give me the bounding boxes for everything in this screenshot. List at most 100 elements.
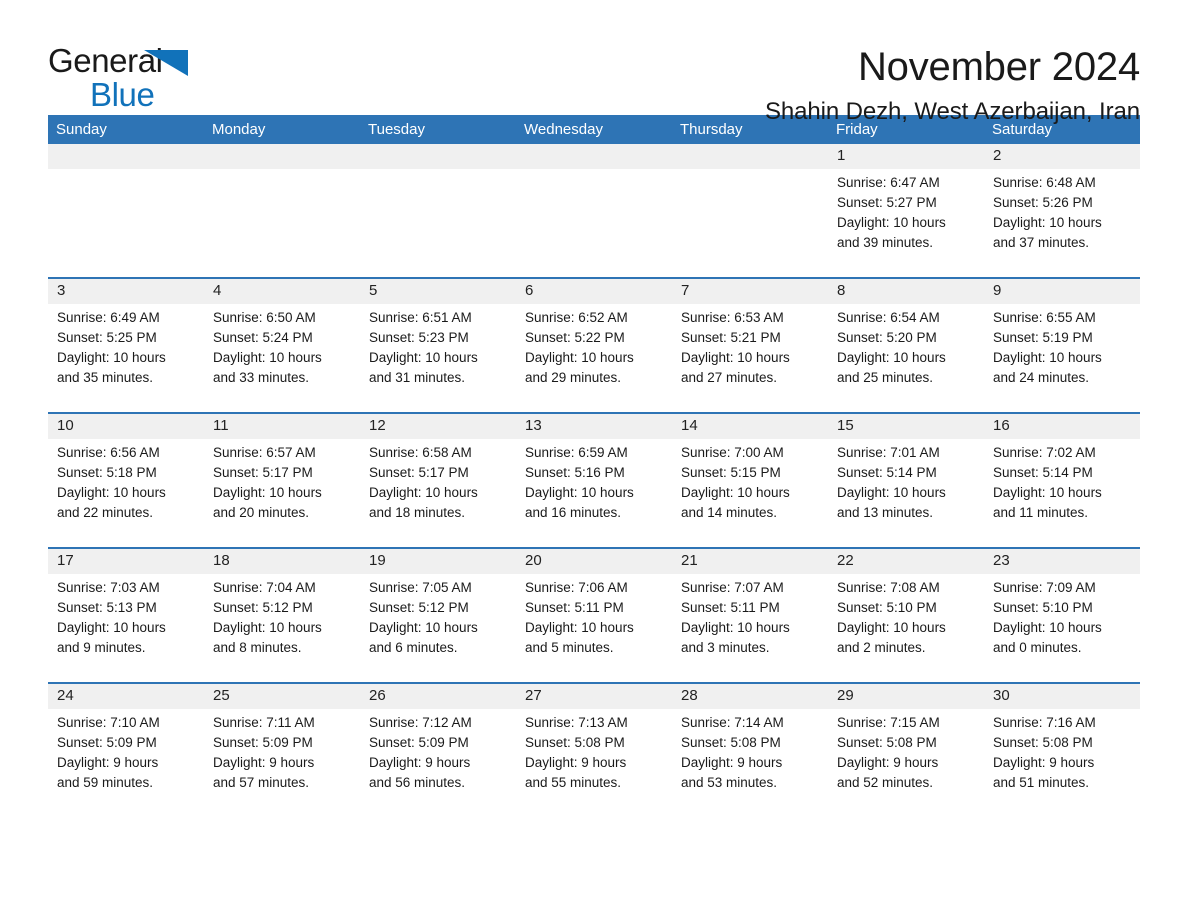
day-sun-info: Sunrise: 7:00 AM Sunset: 5:15 PM Daylight:… [672, 439, 822, 523]
page-title: November 2024 [857, 45, 1140, 89]
sunset-text: Sunset: 5:08 PM [681, 735, 781, 750]
calendar-day-cell[interactable]: 8 Sunrise: 6:54 AM Sunset: 5:20 PM Daylight… [828, 279, 984, 412]
sunrise-text: Sunrise: 7:07 AM [681, 580, 784, 595]
daylight-text-line1: Daylight: 10 hours [213, 350, 322, 365]
weekday-header-thursday: Thursday [680, 121, 743, 138]
daylight-text-line1: Daylight: 10 hours [57, 620, 166, 635]
calendar-day-cell[interactable]: 3 Sunrise: 6:49 AM Sunset: 5:25 PM Daylight… [48, 279, 204, 412]
sunset-text: Sunset: 5:08 PM [525, 735, 625, 750]
calendar-day-cell[interactable]: 30 Sunrise: 7:16 AM Sunset: 5:08 PM Dayligh… [984, 684, 1140, 817]
day-number: 23 [993, 552, 1010, 569]
daylight-text-line2: and 3 minutes. [681, 640, 770, 655]
sunrise-text: Sunrise: 6:57 AM [213, 445, 316, 460]
daylight-text-line2: and 31 minutes. [369, 370, 466, 385]
calendar-day-cell[interactable]: 4 Sunrise: 6:50 AM Sunset: 5:24 PM Daylight… [204, 279, 360, 412]
sunrise-text: Sunrise: 6:56 AM [57, 445, 160, 460]
sunrise-text: Sunrise: 6:51 AM [369, 310, 472, 325]
calendar-day-cell[interactable]: 16 Sunrise: 7:02 AM Sunset: 5:14 PM Dayligh… [984, 414, 1140, 547]
daylight-text-line1: Daylight: 9 hours [57, 755, 159, 770]
calendar-day-cell[interactable]: 1 Sunrise: 6:47 AM Sunset: 5:27 PM Daylight… [828, 144, 984, 277]
day-number: 26 [369, 687, 386, 704]
day-sun-info: Sunrise: 7:14 AM Sunset: 5:08 PM Daylight:… [672, 709, 822, 793]
calendar-day-cell[interactable]: 20 Sunrise: 7:06 AM Sunset: 5:11 PM Dayligh… [516, 549, 672, 682]
sunrise-text: Sunrise: 6:49 AM [57, 310, 160, 325]
daylight-text-line2: and 51 minutes. [993, 775, 1090, 790]
daylight-text-line1: Daylight: 9 hours [525, 755, 627, 770]
calendar-day-cell[interactable]: 2 Sunrise: 6:48 AM Sunset: 5:26 PM Daylight… [984, 144, 1140, 277]
sunrise-text: Sunrise: 7:02 AM [993, 445, 1096, 460]
daylight-text-line2: and 37 minutes. [993, 235, 1090, 250]
sunrise-text: Sunrise: 7:05 AM [369, 580, 472, 595]
calendar-day-cell[interactable]: 21 Sunrise: 7:07 AM Sunset: 5:11 PM Dayligh… [672, 549, 828, 682]
daylight-text-line1: Daylight: 10 hours [369, 620, 478, 635]
sunset-text: Sunset: 5:24 PM [213, 330, 313, 345]
sunset-text: Sunset: 5:12 PM [369, 600, 469, 615]
calendar-day-cell[interactable]: 19 Sunrise: 7:05 AM Sunset: 5:12 PM Dayligh… [360, 549, 516, 682]
day-number: 17 [57, 552, 74, 569]
day-sun-info: Sunrise: 7:09 AM Sunset: 5:10 PM Daylight:… [984, 574, 1134, 658]
day-number: 18 [213, 552, 230, 569]
daylight-text-line1: Daylight: 9 hours [993, 755, 1095, 770]
calendar-day-cell[interactable]: 25 Sunrise: 7:11 AM Sunset: 5:09 PM Dayligh… [204, 684, 360, 817]
calendar-day-cell[interactable]: 6 Sunrise: 6:52 AM Sunset: 5:22 PM Daylight… [516, 279, 672, 412]
daylight-text-line1: Daylight: 9 hours [369, 755, 471, 770]
weekday-header-row: Sunday Monday Tuesday Wednesday Thursday… [48, 115, 1140, 144]
sunrise-text: Sunrise: 7:11 AM [213, 715, 315, 730]
day-sun-info: Sunrise: 6:49 AM Sunset: 5:25 PM Daylight:… [48, 304, 198, 388]
sunrise-text: Sunrise: 7:10 AM [57, 715, 160, 730]
day-number: 16 [993, 417, 1010, 434]
calendar-day-cell[interactable]: 23 Sunrise: 7:09 AM Sunset: 5:10 PM Dayligh… [984, 549, 1140, 682]
day-sun-info: Sunrise: 6:47 AM Sunset: 5:27 PM Daylight:… [828, 169, 978, 253]
calendar-day-cell[interactable]: 17 Sunrise: 7:03 AM Sunset: 5:13 PM Dayligh… [48, 549, 204, 682]
calendar-day-cell[interactable]: 7 Sunrise: 6:53 AM Sunset: 5:21 PM Daylight… [672, 279, 828, 412]
calendar-day-cell[interactable]: 14 Sunrise: 7:00 AM Sunset: 5:15 PM Dayligh… [672, 414, 828, 547]
calendar-day-cell[interactable]: 29 Sunrise: 7:15 AM Sunset: 5:08 PM Dayligh… [828, 684, 984, 817]
daylight-text-line2: and 20 minutes. [213, 505, 310, 520]
calendar-day-cell[interactable]: 26 Sunrise: 7:12 AM Sunset: 5:09 PM Dayligh… [360, 684, 516, 817]
calendar-day-cell[interactable]: 13 Sunrise: 6:59 AM Sunset: 5:16 PM Dayligh… [516, 414, 672, 547]
calendar-day-cell[interactable]: 5 Sunrise: 6:51 AM Sunset: 5:23 PM Daylight… [360, 279, 516, 412]
calendar-day-cell-empty [516, 144, 672, 277]
calendar-week-row: 1 Sunrise: 6:47 AM Sunset: 5:27 PM Daylight… [48, 144, 1140, 277]
daylight-text-line2: and 27 minutes. [681, 370, 778, 385]
daylight-text-line2: and 56 minutes. [369, 775, 466, 790]
sunrise-text: Sunrise: 6:50 AM [213, 310, 316, 325]
calendar-day-cell[interactable]: 24 Sunrise: 7:10 AM Sunset: 5:09 PM Dayligh… [48, 684, 204, 817]
calendar-day-cell[interactable]: 15 Sunrise: 7:01 AM Sunset: 5:14 PM Dayligh… [828, 414, 984, 547]
daylight-text-line1: Daylight: 10 hours [837, 350, 946, 365]
calendar-day-cell[interactable]: 18 Sunrise: 7:04 AM Sunset: 5:12 PM Dayligh… [204, 549, 360, 682]
calendar-day-cell[interactable]: 27 Sunrise: 7:13 AM Sunset: 5:08 PM Dayligh… [516, 684, 672, 817]
sunrise-text: Sunrise: 7:04 AM [213, 580, 316, 595]
calendar-day-cell[interactable]: 11 Sunrise: 6:57 AM Sunset: 5:17 PM Dayligh… [204, 414, 360, 547]
day-number: 8 [837, 282, 846, 299]
calendar-day-cell[interactable]: 28 Sunrise: 7:14 AM Sunset: 5:08 PM Dayligh… [672, 684, 828, 817]
sunset-text: Sunset: 5:09 PM [369, 735, 469, 750]
daylight-text-line1: Daylight: 10 hours [525, 620, 634, 635]
day-number: 22 [837, 552, 854, 569]
sunrise-text: Sunrise: 6:55 AM [993, 310, 1096, 325]
sunset-text: Sunset: 5:12 PM [213, 600, 313, 615]
day-number: 27 [525, 687, 542, 704]
calendar-weeks: 1 Sunrise: 6:47 AM Sunset: 5:27 PM Daylight… [48, 144, 1140, 817]
calendar-day-cell[interactable]: 12 Sunrise: 6:58 AM Sunset: 5:17 PM Dayligh… [360, 414, 516, 547]
day-sun-info: Sunrise: 7:08 AM Sunset: 5:10 PM Daylight:… [828, 574, 978, 658]
calendar-day-cell[interactable]: 10 Sunrise: 6:56 AM Sunset: 5:18 PM Dayligh… [48, 414, 204, 547]
day-number: 29 [837, 687, 854, 704]
calendar-day-cell[interactable]: 22 Sunrise: 7:08 AM Sunset: 5:10 PM Dayligh… [828, 549, 984, 682]
daylight-text-line2: and 22 minutes. [57, 505, 154, 520]
sunset-text: Sunset: 5:17 PM [369, 465, 469, 480]
logo-triangle-icon [144, 50, 188, 76]
sunset-text: Sunset: 5:08 PM [837, 735, 937, 750]
day-sun-info: Sunrise: 7:04 AM Sunset: 5:12 PM Daylight:… [204, 574, 354, 658]
day-number: 14 [681, 417, 698, 434]
sunset-text: Sunset: 5:14 PM [993, 465, 1093, 480]
daylight-text-line1: Daylight: 10 hours [837, 620, 946, 635]
calendar-day-cell[interactable]: 9 Sunrise: 6:55 AM Sunset: 5:19 PM Daylight… [984, 279, 1140, 412]
sunrise-text: Sunrise: 7:00 AM [681, 445, 784, 460]
day-sun-info: Sunrise: 7:16 AM Sunset: 5:08 PM Daylight:… [984, 709, 1134, 793]
day-number: 9 [993, 282, 1002, 299]
day-sun-info: Sunrise: 6:56 AM Sunset: 5:18 PM Daylight:… [48, 439, 198, 523]
sunset-text: Sunset: 5:20 PM [837, 330, 937, 345]
weekday-header-friday: Friday [836, 121, 878, 138]
sunset-text: Sunset: 5:27 PM [837, 195, 937, 210]
